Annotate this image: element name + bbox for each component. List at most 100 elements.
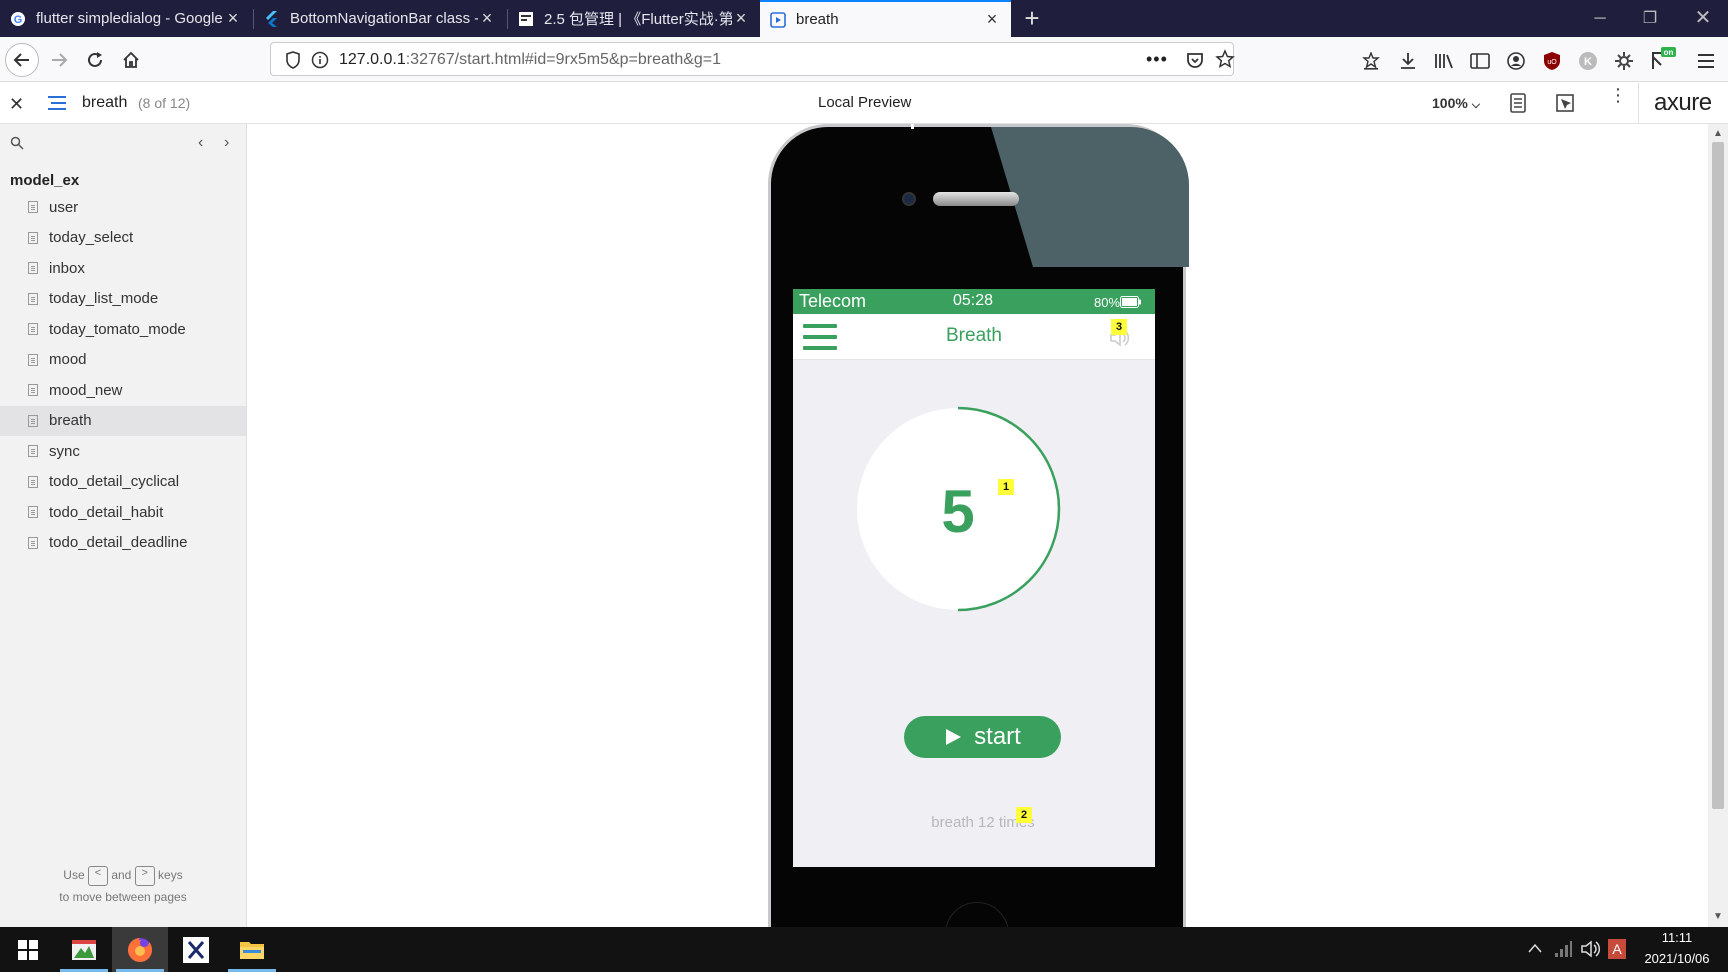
speaker-grille: [933, 192, 1019, 206]
svg-text:G: G: [14, 14, 23, 26]
forward-button[interactable]: [42, 43, 76, 77]
screen-title: Breath: [946, 325, 1002, 346]
chevron-left-icon[interactable]: ‹: [198, 134, 203, 152]
scrollbar-thumb[interactable]: [1712, 142, 1724, 809]
chevron-right-icon[interactable]: ›: [224, 134, 229, 152]
hint-keys-text: keys: [158, 868, 183, 882]
page-list-item[interactable]: sync: [0, 436, 246, 466]
new-tab-button[interactable]: +: [1018, 4, 1046, 32]
address-bar[interactable]: 127.0.0.1:32767/start.html#id=9rx5m5&p=b…: [270, 42, 1235, 76]
firefox-icon: [128, 937, 152, 962]
page-list-item[interactable]: breath: [0, 405, 246, 436]
tab-breath[interactable]: breath ×: [760, 0, 1011, 37]
account-icon[interactable]: [1505, 50, 1527, 72]
extension-k-icon[interactable]: K: [1577, 50, 1599, 72]
page-actions-icon[interactable]: •••: [1146, 49, 1168, 70]
taskbar-clock-date[interactable]: 2021/10/06: [1630, 951, 1724, 966]
taskbar-app-axure[interactable]: [168, 927, 224, 972]
close-sidebar-icon[interactable]: ✕: [9, 94, 24, 115]
network-icon[interactable]: [1553, 939, 1573, 964]
start-button[interactable]: start: [904, 716, 1061, 758]
vertical-scrollbar[interactable]: ▲ ▼: [1708, 124, 1728, 927]
notes-panel-icon[interactable]: [1509, 93, 1527, 118]
keyboard-hint: Use < and > keys to move between pages: [0, 864, 246, 908]
annotation-marker[interactable]: 2: [1016, 807, 1032, 823]
toolbar-divider: [1638, 83, 1639, 124]
extension-gear-icon[interactable]: [1613, 50, 1635, 72]
page-icon: [28, 262, 38, 274]
project-name: model_ex: [10, 172, 80, 189]
page-list-item[interactable]: todo_detail_deadline: [0, 528, 246, 558]
minimize-window-button[interactable]: ─: [1575, 0, 1625, 37]
page-list-item[interactable]: inbox: [0, 253, 246, 283]
taskbar-app-explorer[interactable]: [224, 927, 280, 972]
shield-icon[interactable]: [285, 51, 301, 74]
folder-icon: [240, 941, 264, 959]
more-options-icon[interactable]: ⋮: [1609, 86, 1627, 104]
ime-indicator-icon[interactable]: A: [1608, 939, 1626, 959]
svg-text:on: on: [1664, 48, 1674, 57]
inspect-icon[interactable]: [1555, 93, 1575, 118]
taskbar-clock-time[interactable]: 11:11: [1630, 930, 1724, 945]
page-icon: [28, 384, 38, 396]
close-tab-icon[interactable]: ×: [732, 8, 750, 29]
annotation-marker[interactable]: 1: [998, 479, 1014, 495]
close-tab-icon[interactable]: ×: [478, 8, 496, 29]
front-camera-icon: [902, 192, 916, 206]
sidebar-toggle-icon[interactable]: [1469, 50, 1491, 72]
page-list-item[interactable]: user: [0, 192, 246, 222]
windows-logo-icon: [18, 939, 38, 960]
battery-percent: 80%: [1094, 295, 1121, 310]
keyboard-hint-line2: to move between pages: [59, 890, 187, 904]
extension-on-icon[interactable]: on: [1649, 45, 1677, 73]
tab-bottomnavigationbar[interactable]: BottomNavigationBar class - ×: [254, 0, 506, 37]
windows-taskbar: A 11:11 2021/10/06: [0, 927, 1728, 972]
tab-flutter-simpledialog[interactable]: G flutter simpledialog - Google ×: [0, 0, 252, 37]
annotation-marker[interactable]: 3: [1111, 319, 1127, 335]
page-list-item[interactable]: today_list_mode: [0, 284, 246, 314]
url-text: 127.0.0.1:32767/start.html#id=9rx5m5&p=b…: [339, 51, 721, 69]
page-icon: [28, 475, 38, 488]
download-icon[interactable]: [1397, 50, 1419, 72]
save-to-pocket-icon[interactable]: [1360, 50, 1382, 72]
volume-icon[interactable]: [1580, 939, 1602, 964]
page-list-item[interactable]: today_tomato_mode: [0, 314, 246, 344]
tab-flutter-book[interactable]: 2.5 包管理 | 《Flutter实战·第二 ×: [508, 0, 760, 37]
close-window-button[interactable]: ✕: [1678, 0, 1728, 37]
page-list-item[interactable]: today_select: [0, 223, 246, 253]
info-icon[interactable]: [311, 51, 329, 74]
ublock-icon[interactable]: uO: [1541, 50, 1563, 72]
page-list-item[interactable]: todo_detail_cyclical: [0, 467, 246, 497]
zoom-level-select[interactable]: 100% ⌵: [1432, 95, 1480, 112]
phone-screen: Telecom 05:28 80% Breath 3 5 1 start bre…: [793, 289, 1155, 867]
book-icon: [518, 11, 534, 27]
status-time: 05:28: [953, 292, 994, 309]
restore-window-button[interactable]: ❐: [1625, 0, 1675, 37]
pocket-icon[interactable]: [1185, 50, 1205, 75]
browser-tab-strip: G flutter simpledialog - Google × Bottom…: [0, 0, 1728, 37]
taskbar-app-sheets[interactable]: [56, 927, 112, 972]
home-button[interactable]: [114, 43, 148, 77]
page-list-item[interactable]: todo_detail_habit: [0, 497, 246, 527]
windows-start-button[interactable]: [0, 927, 56, 972]
page-list-item[interactable]: mood: [0, 345, 246, 375]
search-icon[interactable]: [10, 136, 24, 155]
axure-logo: axure: [1654, 89, 1712, 116]
taskbar-app-firefox[interactable]: [112, 927, 168, 972]
app-header: Breath 3: [793, 314, 1155, 360]
scroll-down-icon[interactable]: ▼: [1713, 911, 1723, 922]
library-icon[interactable]: [1433, 50, 1455, 72]
page-list-icon[interactable]: [47, 95, 67, 116]
scroll-up-icon[interactable]: ▲: [1713, 128, 1723, 139]
chevron-up-icon[interactable]: [1528, 940, 1542, 956]
hamburger-menu-icon[interactable]: [1695, 50, 1717, 72]
bookmark-star-icon[interactable]: [1215, 49, 1235, 74]
close-tab-icon[interactable]: ×: [983, 9, 1001, 30]
page-list-item[interactable]: mood_new: [0, 375, 246, 405]
back-button[interactable]: [5, 43, 39, 77]
close-tab-icon[interactable]: ×: [224, 8, 242, 29]
reload-button[interactable]: [78, 43, 112, 77]
start-button-label: start: [974, 723, 1021, 750]
preview-canvas: Telecom 05:28 80% Breath 3 5 1 start bre…: [248, 124, 1708, 927]
svg-text:uO: uO: [1547, 59, 1557, 66]
